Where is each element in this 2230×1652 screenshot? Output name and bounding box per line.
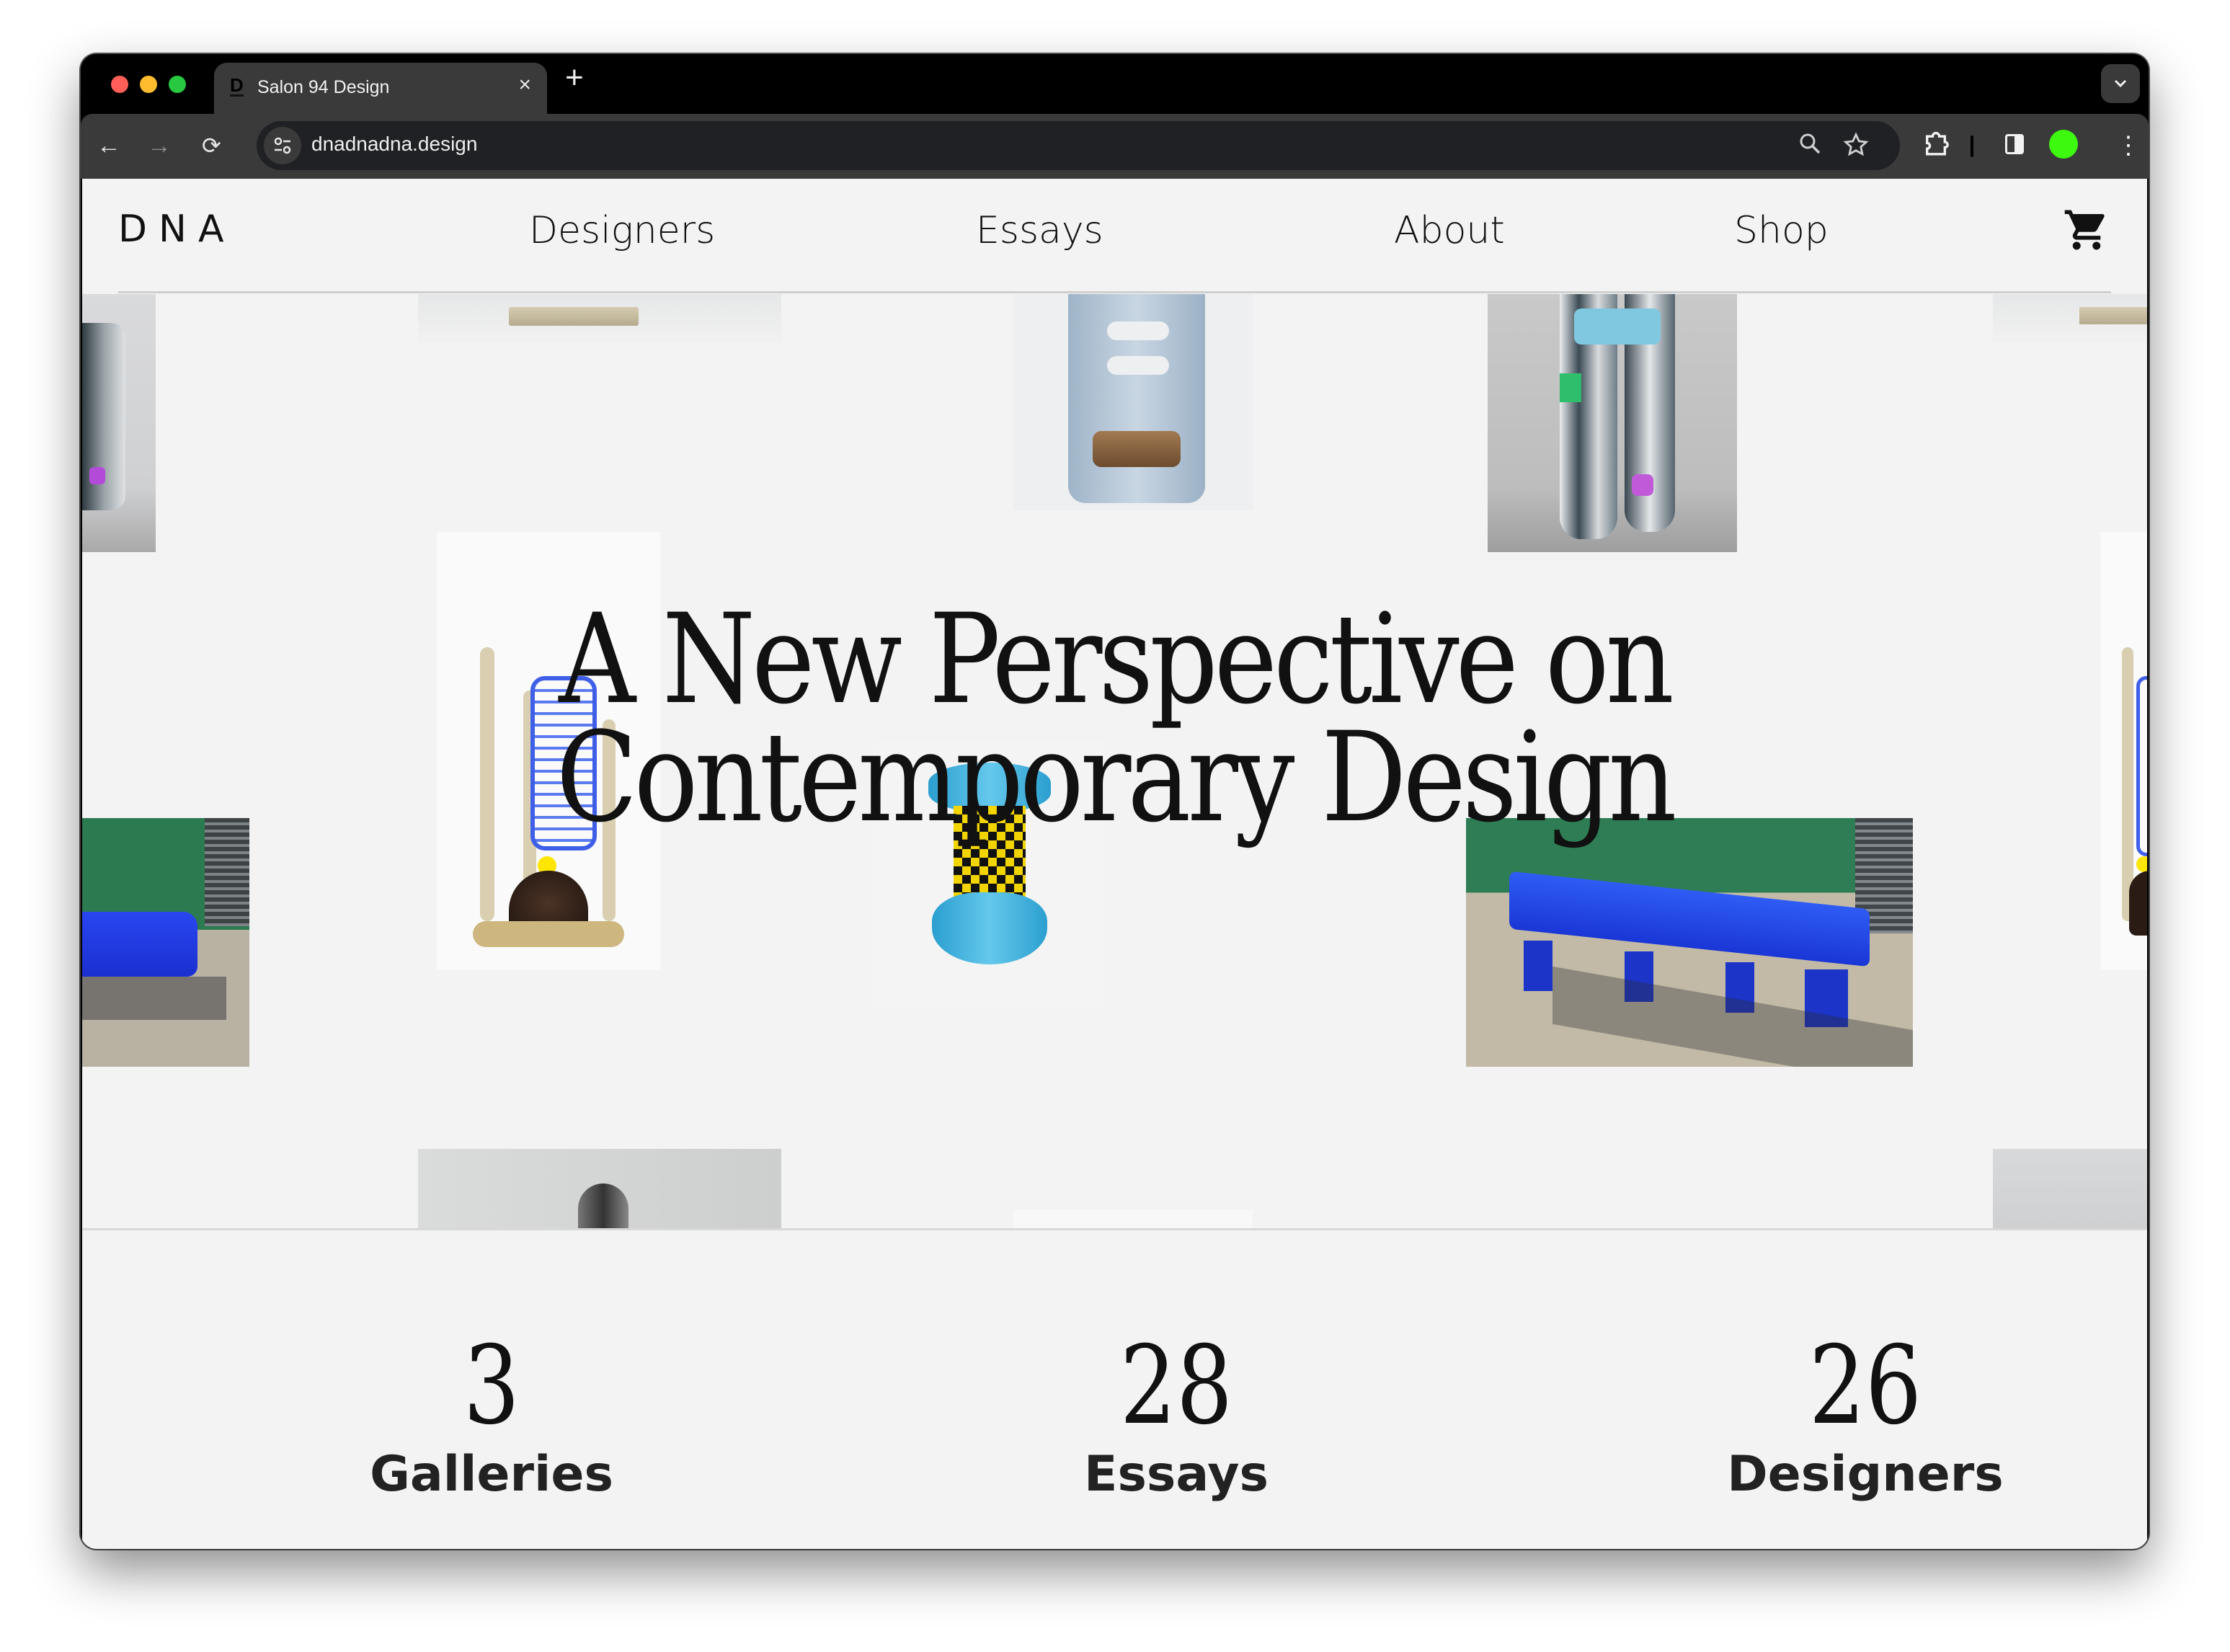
stat-label: Essays (1084, 1446, 1269, 1503)
close-window-button[interactable] (111, 76, 128, 93)
stat-value: 3 (463, 1323, 520, 1449)
browser-toolbar: ← → ⟳ dnadnadna.design ⋮ (81, 114, 2149, 179)
hero-image-bottom-right[interactable] (1993, 1149, 2147, 1228)
nav-essays[interactable]: Essays (976, 209, 1103, 252)
hero-image-wall-shelf-right[interactable] (1993, 294, 2147, 343)
tab-title: Salon 94 Design (257, 77, 390, 97)
site-logo[interactable]: DNA (118, 208, 236, 251)
profile-avatar[interactable] (2049, 130, 2078, 159)
nav-shop[interactable]: Shop (1734, 209, 1829, 252)
extensions-icon[interactable] (1922, 130, 1950, 166)
toolbar-separator (1971, 136, 1973, 157)
maximize-window-button[interactable] (169, 76, 186, 93)
site-header: DNA Designers Essays About Shop (82, 179, 2147, 293)
url-text[interactable]: dnadnadna.design (311, 133, 477, 156)
tab-search-button[interactable] (2101, 64, 2140, 103)
hero-image-ceramic-chair[interactable] (1013, 294, 1253, 510)
reload-button[interactable]: ⟳ (202, 130, 221, 161)
back-button[interactable]: ← (97, 130, 121, 161)
hero-image-blue-bench[interactable] (1466, 818, 1913, 1067)
nav-designers[interactable]: Designers (529, 209, 715, 252)
hero-image-portrait-bottom[interactable] (418, 1149, 781, 1228)
hero-image-bottom-center[interactable] (1013, 1209, 1253, 1228)
minimize-window-button[interactable] (140, 76, 157, 93)
forward-button[interactable]: → (147, 130, 172, 161)
hero-image-cactus-lamp-right[interactable] (2100, 532, 2147, 970)
hero-image-sculpture-legs-left[interactable] (82, 294, 156, 552)
browser-tab[interactable]: D Salon 94 Design × (214, 63, 547, 114)
shopping-cart-icon[interactable] (2063, 206, 2110, 254)
hero-title-line-2: Contemporary Design (556, 705, 1677, 851)
hero-image-wall-shelf-top[interactable] (418, 294, 781, 343)
more-menu-icon[interactable]: ⋮ (2116, 130, 2141, 161)
site-favicon-icon: D (230, 74, 244, 97)
stat-label: Designers (1727, 1446, 2004, 1503)
new-tab-button[interactable]: + (565, 60, 584, 96)
stats-section: 3 Galleries 28 Essays 26 Designers (82, 1231, 2147, 1549)
stat-value: 28 (1119, 1323, 1233, 1449)
hero-title: A New Perspective on Contemporary Design (227, 598, 2003, 840)
tab-bar: D Salon 94 Design × + (81, 54, 2149, 114)
stat-label: Galleries (370, 1446, 613, 1503)
browser-window: D Salon 94 Design × + ← → ⟳ dnadnadna.de… (81, 54, 2149, 1549)
hero-image-blue-bench-left[interactable] (82, 818, 249, 1067)
site-info-icon[interactable] (264, 127, 301, 164)
stat-galleries[interactable]: 3 Galleries (347, 1332, 636, 1503)
chevron-down-icon (2114, 79, 2127, 88)
zoom-icon[interactable] (1798, 131, 1822, 161)
stat-value: 26 (1808, 1323, 1922, 1449)
bookmark-star-icon[interactable] (1842, 131, 1870, 164)
hero-divider (82, 1228, 2147, 1230)
stat-essays[interactable]: 28 Essays (1032, 1332, 1320, 1503)
hero-image-painted-sculpture[interactable] (1488, 294, 1737, 552)
stat-designers[interactable]: 26 Designers (1721, 1332, 2009, 1503)
side-panel-icon[interactable] (2005, 134, 2024, 154)
header-divider (118, 291, 2111, 293)
web-page: DNA Designers Essays About Shop A New Pe… (82, 179, 2147, 1549)
nav-about[interactable]: About (1394, 209, 1505, 252)
hero-section: A New Perspective on Contemporary Design (82, 294, 2147, 1228)
close-tab-icon[interactable]: × (518, 73, 531, 97)
address-bar[interactable]: dnadnadna.design (257, 121, 1900, 170)
